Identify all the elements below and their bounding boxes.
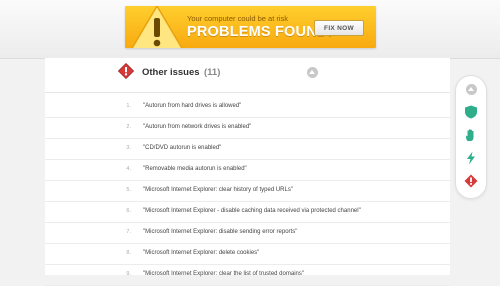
issue-text: "CD/DVD autorun is enabled" — [143, 145, 222, 151]
issue-count: (11) — [204, 67, 221, 78]
warning-diamond-icon[interactable] — [464, 174, 478, 188]
issue-number: 9. — [126, 271, 131, 277]
issue-row[interactable]: 1. "Autorun from hard drives is allowed" — [45, 97, 450, 118]
issue-text: "Microsoft Internet Explorer: delete coo… — [143, 250, 260, 256]
issue-text: "Microsoft Internet Explorer - disable c… — [143, 208, 361, 214]
banner-subtitle: Your computer could be at risk — [187, 14, 289, 23]
risk-banner: Your computer could be at risk PROBLEMS … — [125, 6, 376, 48]
issue-row[interactable]: 7. "Microsoft Internet Explorer: disable… — [45, 223, 450, 244]
side-navigation — [455, 75, 487, 199]
issue-number: 7. — [126, 229, 131, 235]
fix-now-button[interactable]: FIX NOW — [314, 20, 364, 36]
warning-triangle-icon — [131, 6, 183, 48]
issue-text: "Microsoft Internet Explorer: clear the … — [143, 271, 304, 277]
issue-text: "Autorun from hard drives is allowed" — [143, 103, 242, 109]
issue-text: "Removable media autorun is enabled" — [143, 166, 247, 172]
issue-text: "Microsoft Internet Explorer: disable se… — [143, 229, 298, 235]
issue-row[interactable]: 5. "Microsoft Internet Explorer: clear h… — [45, 181, 450, 202]
issue-row[interactable]: 2. "Autorun from network drives is enabl… — [45, 118, 450, 139]
hand-icon[interactable] — [464, 128, 478, 142]
issue-number: 4. — [126, 166, 131, 172]
scroll-up-icon[interactable] — [466, 84, 477, 95]
issue-number: 5. — [126, 187, 131, 193]
issue-row[interactable]: 8. "Microsoft Internet Explorer: delete … — [45, 244, 450, 265]
issue-number: 6. — [126, 208, 131, 214]
section-header: Other issues (11) — [45, 58, 450, 93]
warning-diamond-icon — [118, 63, 134, 79]
section-title: Other issues — [142, 67, 200, 78]
issue-number: 3. — [126, 145, 131, 151]
top-bar: Your computer could be at risk PROBLEMS … — [0, 0, 500, 59]
issue-number: 8. — [126, 250, 131, 256]
issue-row[interactable]: 4. "Removable media autorun is enabled" — [45, 160, 450, 181]
banner-headline: PROBLEMS FOUND! — [187, 24, 333, 40]
issue-text: "Microsoft Internet Explorer: clear hist… — [143, 187, 293, 193]
shield-icon[interactable] — [464, 105, 478, 119]
lightning-icon[interactable] — [464, 151, 478, 165]
issue-row[interactable]: 9. "Microsoft Internet Explorer: clear t… — [45, 265, 450, 286]
issue-number: 1. — [126, 103, 131, 109]
issue-row[interactable]: 3. "CD/DVD autorun is enabled" — [45, 139, 450, 160]
collapse-up-icon[interactable] — [307, 67, 318, 78]
issue-text: "Autorun from network drives is enabled" — [143, 124, 252, 130]
issue-number: 2. — [126, 124, 131, 130]
issue-row[interactable]: 6. "Microsoft Internet Explorer - disabl… — [45, 202, 450, 223]
issues-panel: Other issues (11) 1. "Autorun from hard … — [45, 58, 450, 286]
